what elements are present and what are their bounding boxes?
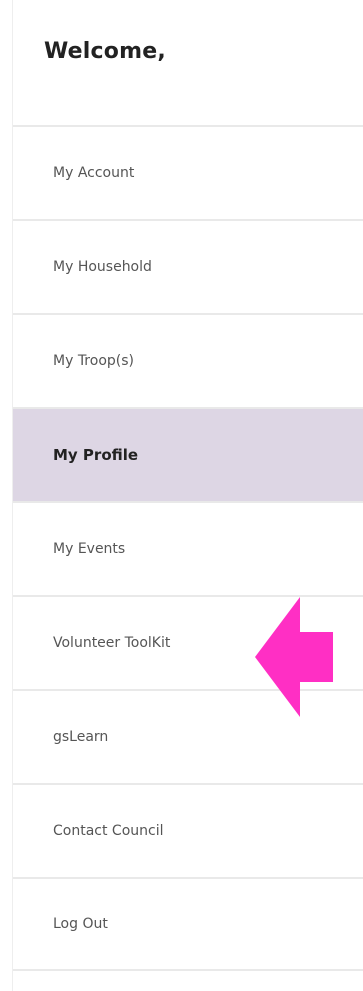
welcome-header: Welcome, (13, 0, 363, 125)
account-nav: My Account My Household My Troop(s) My P… (13, 125, 363, 971)
nav-item-label: gsLearn (53, 729, 109, 745)
nav-item-label: My Household (53, 259, 152, 275)
nav-item-my-events[interactable]: My Events (13, 501, 363, 595)
pink-left-arrow-icon (255, 597, 333, 717)
nav-item-log-out[interactable]: Log Out (13, 877, 363, 971)
nav-item-label: My Troop(s) (53, 353, 134, 369)
nav-item-label: My Profile (53, 446, 139, 464)
nav-item-label: Contact Council (53, 823, 164, 839)
nav-item-label: Log Out (53, 916, 108, 932)
nav-item-my-household[interactable]: My Household (13, 219, 363, 313)
nav-item-my-account[interactable]: My Account (13, 125, 363, 219)
nav-item-label: My Account (53, 165, 135, 181)
welcome-title: Welcome, (44, 39, 166, 64)
account-menu-panel: Welcome, My Account My Household My Troo… (12, 0, 363, 991)
nav-item-my-troops[interactable]: My Troop(s) (13, 313, 363, 407)
nav-item-label: My Events (53, 541, 126, 557)
nav-item-my-profile[interactable]: My Profile (13, 407, 363, 501)
nav-item-contact-council[interactable]: Contact Council (13, 783, 363, 877)
nav-item-label: Volunteer ToolKit (53, 635, 171, 651)
